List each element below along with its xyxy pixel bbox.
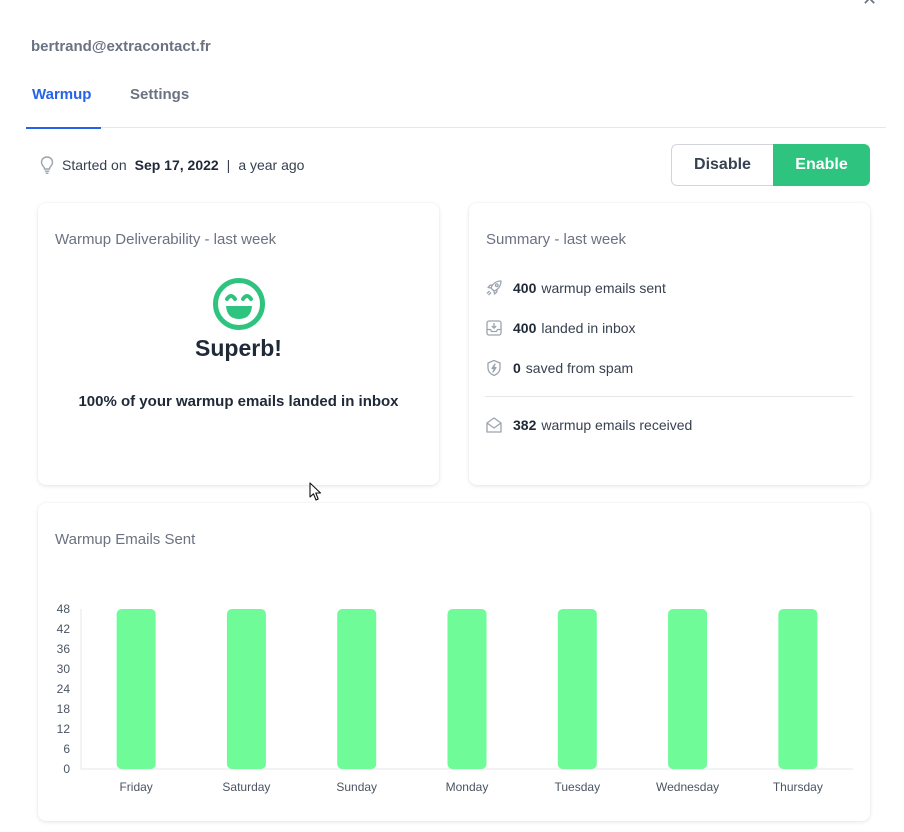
tab-warmup-label: Warmup — [32, 86, 92, 103]
stat-spam-label: saved from spam — [525, 360, 634, 376]
shield-bolt-icon — [487, 359, 501, 377]
chart-x-tick-label: Friday — [119, 780, 152, 794]
chart-bar — [447, 609, 487, 769]
stat-spam-value: 0 — [513, 360, 521, 376]
started-label: Started on — [62, 157, 127, 173]
stat-emails-sent: 400 warmup emails sent — [485, 278, 666, 298]
chart-y-tick-label: 24 — [57, 682, 71, 696]
chart-y-tick-label: 36 — [57, 642, 71, 656]
tab-warmup[interactable]: Warmup — [26, 86, 101, 129]
warmup-toggle: Disable Enable — [671, 144, 870, 186]
close-icon[interactable]: ✕ — [862, 0, 882, 8]
stat-saved-spam: 0 saved from spam — [485, 358, 633, 378]
chart-y-tick-label: 12 — [57, 722, 71, 736]
chart-y-tick-label: 48 — [57, 602, 71, 616]
stat-inbox-label: landed in inbox — [541, 320, 636, 336]
chart-x-tick-label: Thursday — [773, 780, 823, 794]
chart-bar — [226, 609, 266, 769]
deliverability-title: Warmup Deliverability - last week — [55, 231, 277, 248]
tab-settings[interactable]: Settings — [130, 86, 189, 128]
started-relative-time: a year ago — [238, 157, 305, 173]
stat-emails-received: 382 warmup emails received — [485, 415, 692, 435]
envelope-open-icon — [486, 417, 502, 433]
chart-y-tick-label: 42 — [57, 622, 71, 636]
account-email: bertrand@extracontact.fr — [31, 38, 211, 55]
chart-x-tick-label: Saturday — [222, 780, 270, 794]
lightbulb-icon — [40, 156, 54, 174]
chart-x-tick-label: Sunday — [336, 780, 377, 794]
summary-divider — [485, 396, 853, 397]
chart-x-tick-label: Tuesday — [554, 780, 600, 794]
stat-sent-label: warmup emails sent — [541, 280, 666, 296]
stat-received-value: 382 — [513, 417, 537, 433]
tab-bar: Warmup Settings — [26, 78, 886, 129]
status-separator: | — [226, 157, 231, 173]
chart-bar — [116, 609, 156, 769]
rocket-icon — [486, 280, 502, 296]
deliverability-message: 100% of your warmup emails landed in inb… — [78, 393, 399, 410]
mouse-cursor-icon — [309, 482, 322, 501]
chart-y-tick-label: 30 — [57, 662, 71, 676]
chart-bar — [337, 609, 377, 769]
stat-sent-value: 400 — [513, 280, 537, 296]
chart-y-tick-label: 0 — [63, 762, 70, 776]
chart-bar — [557, 609, 597, 769]
warmup-status: Started on Sep 17, 2022 | a year ago — [38, 155, 304, 175]
chart-y-tick-label: 18 — [57, 702, 71, 716]
deliverability-card: Warmup Deliverability - last week Superb… — [38, 203, 439, 485]
emails-sent-chart-card: Warmup Emails Sent 0 6 12 18 24 30 36 42 48 Frida… — [38, 503, 870, 821]
smiley-icon — [213, 278, 265, 330]
summary-card: Summary - last week 400 warmup emails se… — [469, 203, 870, 485]
chart-y-tick-label: 6 — [63, 742, 70, 756]
disable-button[interactable]: Disable — [671, 144, 773, 186]
emails-sent-bar-chart: 0 6 12 18 24 30 36 42 48 Friday Saturday Sunday Mond… — [57, 602, 853, 794]
chart-x-tick-label: Monday — [446, 780, 489, 794]
summary-title: Summary - last week — [486, 231, 627, 248]
enable-button[interactable]: Enable — [773, 144, 870, 186]
deliverability-verdict: Superb! — [195, 335, 282, 361]
started-date: Sep 17, 2022 — [134, 157, 219, 173]
chart-bar — [668, 609, 708, 769]
inbox-icon — [486, 320, 502, 336]
stat-inbox-value: 400 — [513, 320, 537, 336]
chart-bar — [778, 609, 818, 769]
chart-x-tick-label: Wednesday — [656, 780, 719, 794]
stat-landed-inbox: 400 landed in inbox — [485, 318, 636, 338]
stat-received-label: warmup emails received — [541, 417, 693, 433]
